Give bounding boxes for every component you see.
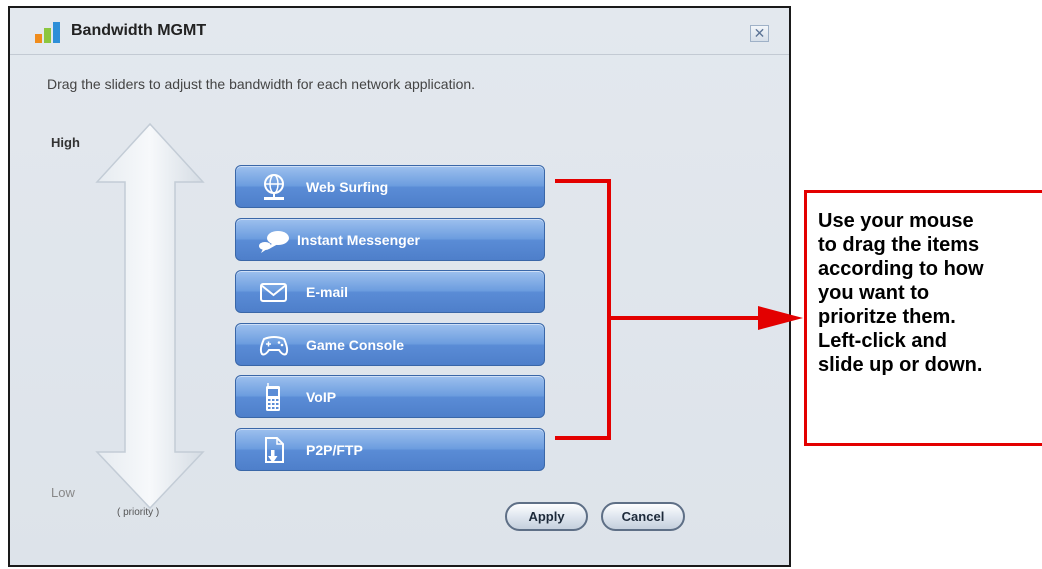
priority-double-arrow (95, 122, 205, 510)
priority-low-label: Low (51, 485, 75, 500)
app-item-label: P2P/FTP (306, 442, 363, 458)
gamepad-icon (259, 336, 289, 356)
bar-chart-icon (35, 22, 60, 43)
app-item-label: Web Surfing (306, 179, 389, 195)
app-item-label: VoIP (306, 389, 337, 405)
apply-button[interactable]: Apply (505, 502, 588, 531)
app-item-label: E-mail (306, 284, 349, 300)
instruction-text: Drag the sliders to adjust the bandwidth… (47, 76, 476, 92)
app-item-email[interactable]: E-mail (235, 270, 545, 313)
chat-bubbles-icon (259, 231, 289, 253)
dialog-titlebar: Bandwidth MGMT ✕ (10, 8, 789, 55)
cancel-button[interactable]: Cancel (601, 502, 685, 531)
close-button[interactable]: ✕ (750, 25, 769, 42)
envelope-icon (260, 283, 287, 302)
app-item-game-console[interactable]: Game Console (235, 323, 545, 366)
app-item-label: Instant Messenger (297, 232, 420, 248)
annotation-callout-text: Use your mouse to drag the items accordi… (818, 210, 984, 376)
phone-icon (266, 383, 280, 411)
app-item-p2p-ftp[interactable]: P2P/FTP (235, 428, 545, 471)
app-item-label: Game Console (306, 337, 405, 353)
app-item-voip[interactable]: VoIP (235, 375, 545, 418)
close-icon[interactable]: ✕ (754, 25, 766, 41)
priority-caption: ( priority ) (117, 507, 160, 518)
dialog-title: Bandwidth MGMT (71, 22, 207, 39)
app-item-instant-messenger[interactable]: Instant Messenger (235, 218, 545, 261)
file-download-icon (265, 437, 284, 463)
priority-high-label: High (51, 135, 80, 150)
globe-icon (264, 174, 284, 200)
app-item-web-surfing[interactable]: Web Surfing (235, 165, 545, 208)
